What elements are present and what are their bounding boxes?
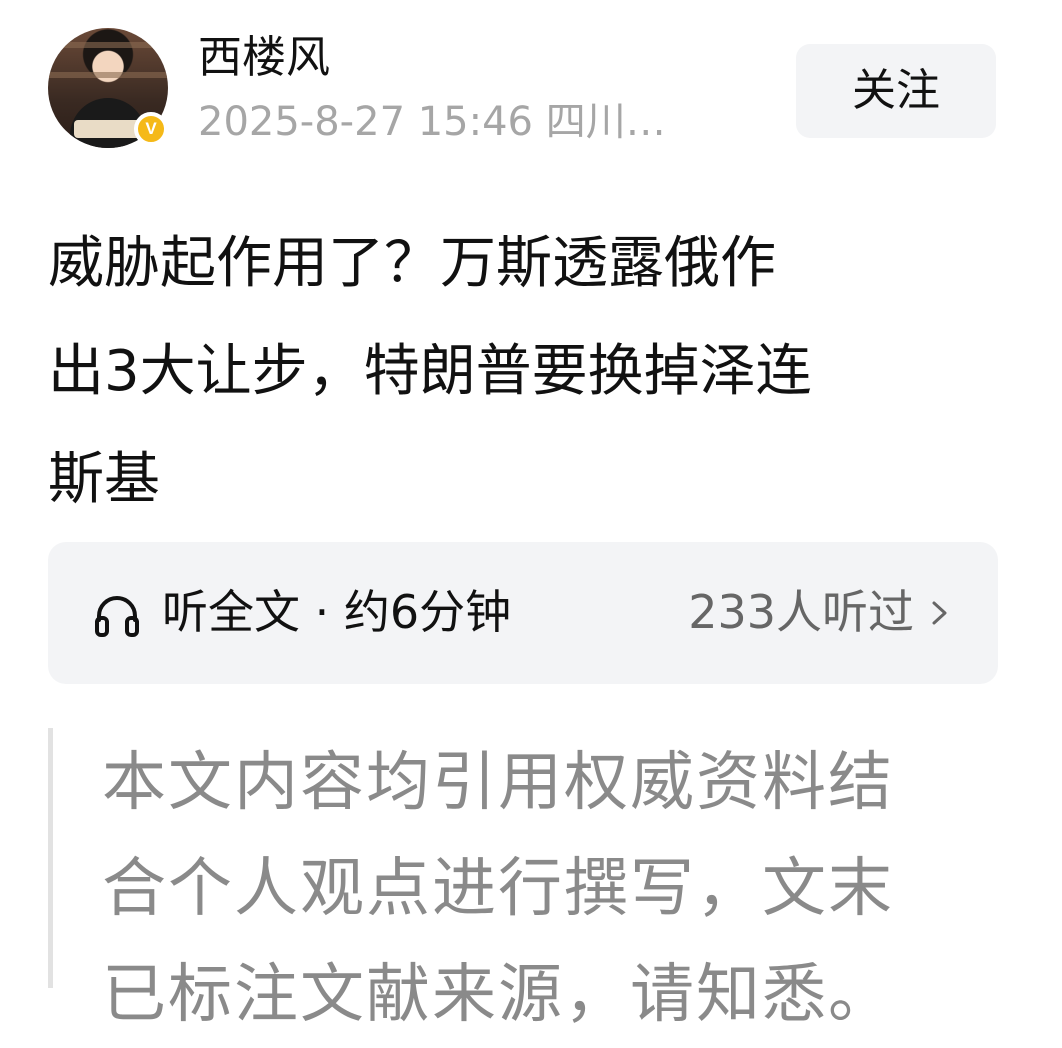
author-name[interactable]: 西楼风 — [198, 32, 330, 84]
post-timestamp-location: 2025-8-27 15:46 四川… — [198, 99, 666, 145]
listen-count: 233人听过 — [688, 585, 914, 639]
headphones-icon — [95, 596, 139, 637]
verified-badge-icon: V — [134, 112, 168, 146]
quote-text: 本文内容均引用权威资料结 合个人观点进行撰写，文末 已标注文献来源，请知悉。 — [102, 730, 1002, 1048]
article-title: 威胁起作用了？万斯透露俄作 出3大让步，特朗普要换掉泽连 斯基 — [48, 210, 998, 534]
quote-line: 已标注文献来源，请知悉。 — [102, 958, 894, 1032]
quote-line: 本文内容均引用权威资料结 — [102, 746, 894, 820]
post-header: V 西楼风 2025-8-27 15:46 四川… 关注 — [48, 28, 998, 153]
avatar-book — [74, 120, 142, 138]
disclaimer-quote: 本文内容均引用权威资料结 合个人观点进行撰写，文末 已标注文献来源，请知悉。 — [48, 728, 998, 1032]
chevron-right-icon — [932, 601, 947, 625]
avatar-bg-shelf — [48, 42, 168, 48]
quote-bar — [48, 728, 53, 988]
listen-label: 听全文 · 约6分钟 — [162, 585, 512, 639]
follow-button[interactable]: 关注 — [796, 44, 996, 138]
title-line: 斯基 — [48, 447, 160, 512]
avatar-bg-shelf — [48, 72, 168, 78]
title-line: 威胁起作用了？万斯透露俄作 — [48, 231, 776, 296]
listen-full-article-button[interactable]: 听全文 · 约6分钟 233人听过 — [48, 542, 998, 684]
quote-line: 合个人观点进行撰写，文末 — [102, 852, 894, 926]
title-line: 出3大让步，特朗普要换掉泽连 — [48, 339, 812, 404]
